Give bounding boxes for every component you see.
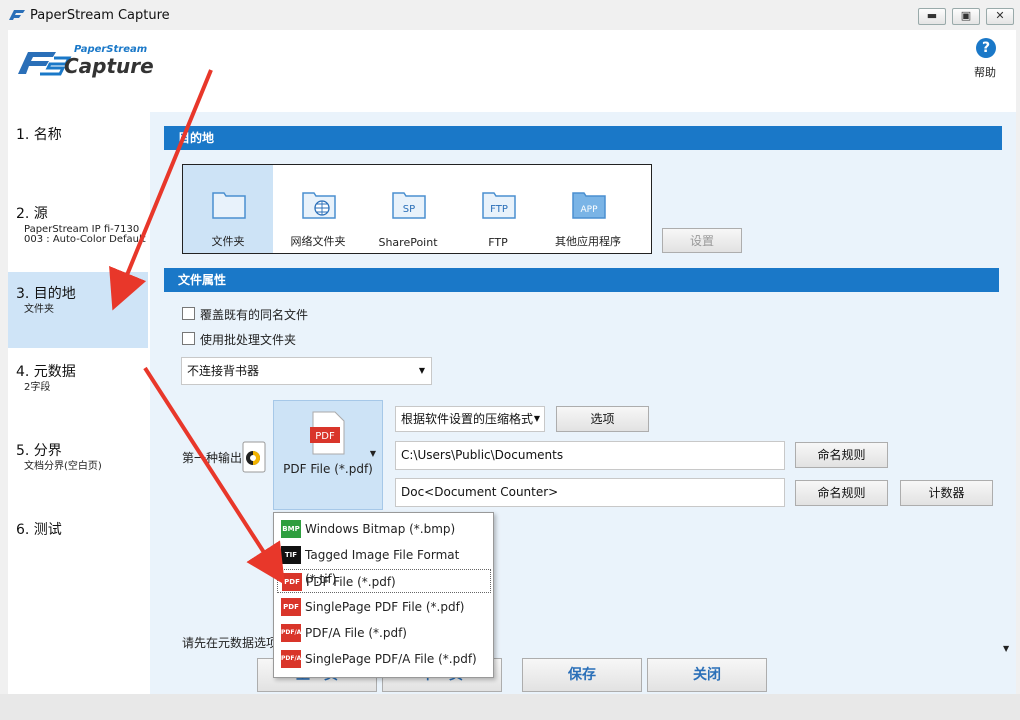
tile-folder[interactable]: 文件夹 (183, 165, 273, 253)
destination-section-header: 目的地 (164, 126, 1002, 150)
scroll-down-icon[interactable]: ▼ (1003, 644, 1009, 653)
menu-item-bmp[interactable]: BMP Windows Bitmap (*.bmp) (277, 517, 491, 541)
path-input[interactable]: C:\Users\Public\Documents (395, 441, 785, 470)
app-icon: APP (572, 192, 606, 219)
step-separation[interactable]: 5. 分界 文档分界(空白页) (8, 440, 148, 480)
help-icon[interactable]: ? (976, 38, 996, 58)
pdf-badge: PDF (315, 431, 335, 442)
pdf-icon: PDF (310, 411, 345, 455)
naming-rule-button-1[interactable]: 命名规则 (795, 442, 888, 468)
filename-input[interactable]: Doc<Document Counter> (395, 478, 785, 507)
menu-item-label: PDF/A File (*.pdf) (305, 626, 407, 640)
step-test[interactable]: 6. 测试 (8, 519, 148, 549)
step-label: 4. 元数据 (16, 364, 76, 380)
counter-button[interactable]: 计数器 (900, 480, 993, 506)
options-button[interactable]: 选项 (556, 406, 649, 432)
menu-item-singlepage-pdfa[interactable]: PDF/A SinglePage PDF/A File (*.pdf) (277, 647, 491, 671)
menu-item-singlepage-pdf[interactable]: PDF SinglePage PDF File (*.pdf) (277, 595, 491, 619)
save-button[interactable]: 保存 (522, 658, 642, 692)
network-folder-icon (302, 192, 336, 219)
step-label: 2. 源 (16, 206, 48, 222)
step-sub: 文件夹 (24, 304, 54, 315)
step-metadata[interactable]: 4. 元数据 2字段 (8, 361, 148, 401)
step-sub: 文档分界(空白页) (24, 461, 102, 472)
step-source[interactable]: 2. 源 PaperStream IP fi-7130 003 : Auto-C… (8, 203, 148, 263)
pdf-icon: PDF (282, 573, 302, 591)
menu-item-label: PDF File (*.pdf) (306, 575, 396, 589)
step-name[interactable]: 1. 名称 (8, 124, 148, 164)
ftp-icon: FTP (482, 192, 516, 219)
tile-sharepoint[interactable]: SP SharePoint (363, 165, 453, 253)
help-label[interactable]: 帮助 (974, 64, 996, 80)
endorser-value: 不连接背书器 (187, 364, 260, 378)
chevron-down-icon: ▼ (418, 366, 425, 375)
status-bar (0, 694, 1020, 720)
step-sub: 2字段 (24, 382, 51, 393)
overwrite-label: 覆盖既有的同名文件 (200, 308, 309, 322)
batch-folder-checkbox[interactable] (182, 332, 195, 345)
tile-badge: FTP (490, 204, 508, 215)
pdf-icon: PDF (281, 598, 301, 616)
tile-badge: APP (580, 205, 598, 215)
tif-icon: TIF (281, 546, 301, 564)
minimize-button[interactable]: ▬ (918, 8, 946, 25)
tile-label: SharePoint (378, 236, 438, 249)
step-label: 1. 名称 (16, 127, 62, 143)
tile-label: 文件夹 (211, 235, 245, 248)
menu-item-pdfa[interactable]: PDF/A PDF/A File (*.pdf) (277, 621, 491, 645)
endorser-select[interactable]: 不连接背书器 ▼ (181, 357, 432, 385)
close-button[interactable]: 关闭 (647, 658, 767, 692)
tile-ftp[interactable]: FTP FTP (453, 165, 543, 253)
tile-network-folder[interactable]: 网络文件夹 (273, 165, 363, 253)
format-dropdown-menu: BMP Windows Bitmap (*.bmp) TIF Tagged Imag… (273, 512, 494, 678)
compression-value: 根据软件设置的压缩格式 (401, 412, 534, 426)
naming-rule-button-2[interactable]: 命名规则 (795, 480, 888, 506)
tile-badge: SP (403, 204, 415, 215)
app-icon (9, 10, 25, 20)
step-destination[interactable]: 3. 目的地 文件夹 (8, 272, 148, 348)
step-label: 3. 目的地 (16, 286, 76, 302)
sharepoint-icon: SP (392, 192, 426, 219)
step-label: 5. 分界 (16, 443, 62, 459)
compression-select[interactable]: 根据软件设置的压缩格式 ▼ (395, 406, 545, 432)
pdfa-icon: PDF/A (281, 624, 301, 642)
step-sub: PaperStream IP fi-7130 003 : Auto-Color … (24, 224, 146, 245)
sidebar (8, 112, 150, 694)
pdfa-icon: PDF/A (281, 650, 301, 668)
chevron-down-icon: ▼ (533, 407, 540, 431)
step-label: 6. 测试 (16, 522, 62, 538)
menu-item-pdf[interactable]: PDF PDF File (*.pdf) (277, 569, 491, 593)
menu-item-label: SinglePage PDF/A File (*.pdf) (305, 652, 477, 666)
menu-item-label: Windows Bitmap (*.bmp) (305, 522, 456, 536)
tile-label: FTP (488, 236, 508, 249)
color-mode-icon (242, 441, 266, 473)
overwrite-checkbox[interactable] (182, 307, 195, 320)
tile-other-app[interactable]: APP 其他应用程序 (543, 165, 633, 253)
close-window-button[interactable]: ✕ (986, 8, 1014, 25)
tile-label: 网络文件夹 (290, 235, 346, 248)
maximize-button[interactable]: ▣ (952, 8, 980, 25)
batch-folder-label: 使用批处理文件夹 (200, 333, 297, 347)
bmp-icon: BMP (281, 520, 301, 538)
menu-item-tif[interactable]: TIF Tagged Image File Format (*.tif) (277, 543, 491, 586)
logo-bottom-text: Capture (64, 54, 154, 78)
window-title: PaperStream Capture (30, 8, 170, 23)
file-format-button[interactable]: PDF ▼ PDF File (*.pdf) (273, 400, 383, 510)
file-format-label: PDF File (*.pdf) (283, 462, 373, 476)
tile-label: 其他应用程序 (555, 235, 621, 248)
file-props-section-header: 文件属性 (164, 268, 999, 292)
output-label: 第一种输出 (182, 451, 243, 465)
folder-icon (212, 192, 246, 219)
hint-text: 请先在元数据选项 (182, 636, 279, 650)
menu-item-label: SinglePage PDF File (*.pdf) (305, 600, 465, 614)
settings-button[interactable]: 设置 (662, 228, 742, 253)
chevron-down-icon: ▼ (369, 449, 376, 458)
